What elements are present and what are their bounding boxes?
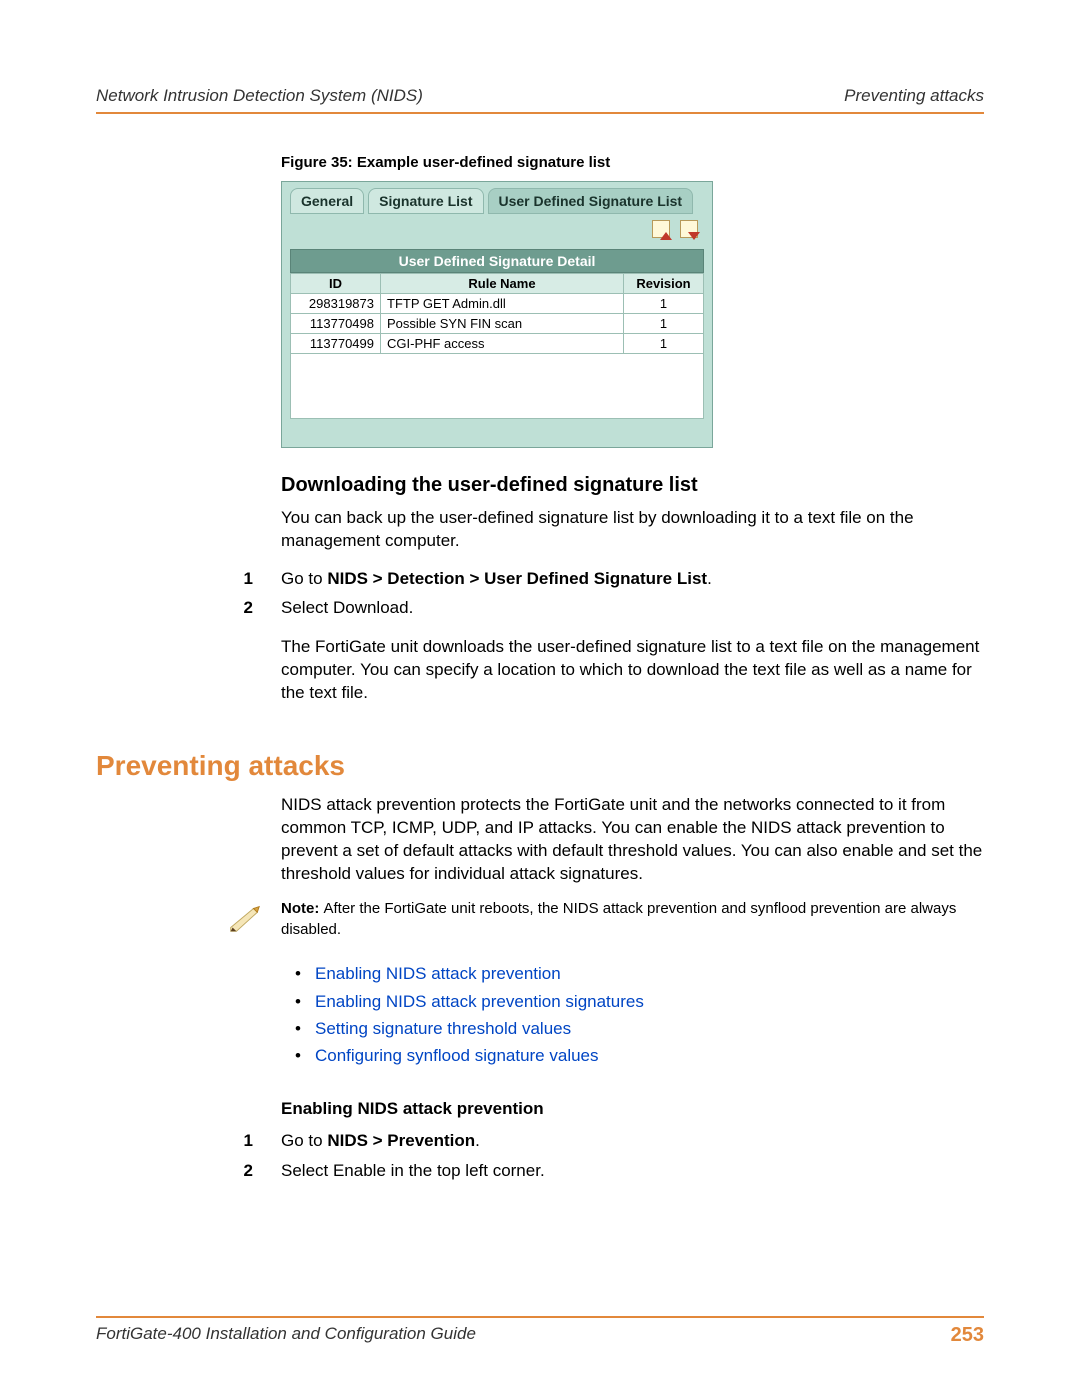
heading-download: Downloading the user-defined signature l… — [281, 474, 984, 497]
preventing-intro: NIDS attack prevention protects the Fort… — [281, 794, 984, 885]
list-item: Enabling NIDS attack prevention — [281, 960, 984, 987]
table-row: 113770499 CGI-PHF access 1 — [291, 334, 704, 354]
signature-list-ui: General Signature List User Defined Sign… — [281, 181, 713, 448]
upload-icon[interactable] — [652, 220, 670, 238]
cell-rule-name: TFTP GET Admin.dll — [381, 294, 624, 314]
step-text: Select Download. — [281, 596, 413, 620]
nav-path: NIDS > Detection > User Defined Signatur… — [327, 569, 707, 588]
page-footer: FortiGate-400 Installation and Configura… — [96, 1316, 984, 1347]
heading-enable-nids: Enabling NIDS attack prevention — [281, 1099, 984, 1119]
list-item: 1 Go to NIDS > Prevention. — [281, 1129, 984, 1153]
note-label: Note: — [281, 900, 324, 917]
footer-doc-title: FortiGate-400 Installation and Configura… — [96, 1324, 476, 1347]
cell-rule-name: Possible SYN FIN scan — [381, 314, 624, 334]
step-text-end: . — [707, 569, 712, 588]
footer-page-number: 253 — [951, 1324, 984, 1347]
cell-id: 113770498 — [291, 314, 381, 334]
list-item: 2 Select Download. — [281, 596, 984, 620]
download-intro: You can back up the user-defined signatu… — [281, 507, 984, 553]
step-number: 1 — [235, 567, 253, 591]
download-after: The FortiGate unit downloads the user-de… — [281, 636, 984, 704]
cell-revision: 1 — [624, 294, 704, 314]
step-text: Go to — [281, 569, 327, 588]
step-text: Go to — [281, 1131, 327, 1150]
figure-caption: Figure 35: Example user-defined signatur… — [281, 154, 984, 171]
tab-user-defined-signature-list[interactable]: User Defined Signature List — [488, 188, 694, 214]
header-right: Preventing attacks — [844, 86, 984, 106]
tab-bar: General Signature List User Defined Sign… — [290, 188, 704, 214]
step-text: Select Enable in the top left corner. — [281, 1159, 545, 1183]
list-item: Enabling NIDS attack prevention signatur… — [281, 988, 984, 1015]
col-revision: Revision — [624, 274, 704, 294]
heading-preventing-attacks: Preventing attacks — [96, 750, 984, 782]
cell-revision: 1 — [624, 334, 704, 354]
cell-id: 298319873 — [291, 294, 381, 314]
cell-revision: 1 — [624, 314, 704, 334]
link-threshold[interactable]: Setting signature threshold values — [315, 1019, 571, 1038]
table-padding — [291, 354, 704, 419]
tab-signature-list[interactable]: Signature List — [368, 188, 483, 214]
table-title: User Defined Signature Detail — [290, 249, 704, 273]
step-number: 1 — [235, 1129, 253, 1153]
list-item: Configuring synflood signature values — [281, 1042, 984, 1069]
signature-table: ID Rule Name Revision 298319873 TFTP GET… — [290, 273, 704, 419]
table-row: 113770498 Possible SYN FIN scan 1 — [291, 314, 704, 334]
link-enable-signatures[interactable]: Enabling NIDS attack prevention signatur… — [315, 992, 644, 1011]
link-synflood[interactable]: Configuring synflood signature values — [315, 1046, 599, 1065]
cell-rule-name: CGI-PHF access — [381, 334, 624, 354]
header-left: Network Intrusion Detection System (NIDS… — [96, 86, 423, 106]
list-item: 2 Select Enable in the top left corner. — [281, 1159, 984, 1183]
nav-path: NIDS > Prevention — [327, 1131, 475, 1150]
note-text: Note: After the FortiGate unit reboots, … — [281, 899, 984, 940]
col-id: ID — [291, 274, 381, 294]
download-icon[interactable] — [680, 220, 698, 238]
step-number: 2 — [235, 1159, 253, 1183]
note-body: After the FortiGate unit reboots, the NI… — [281, 900, 956, 937]
table-row: 298319873 TFTP GET Admin.dll 1 — [291, 294, 704, 314]
tab-general[interactable]: General — [290, 188, 364, 214]
col-rule-name: Rule Name — [381, 274, 624, 294]
link-enable-prevention[interactable]: Enabling NIDS attack prevention — [315, 964, 561, 983]
page-header: Network Intrusion Detection System (NIDS… — [96, 86, 984, 114]
note-icon — [225, 899, 263, 942]
list-item: 1 Go to NIDS > Detection > User Defined … — [281, 567, 984, 591]
list-item: Setting signature threshold values — [281, 1015, 984, 1042]
cell-id: 113770499 — [291, 334, 381, 354]
step-text-end: . — [475, 1131, 480, 1150]
step-number: 2 — [235, 596, 253, 620]
